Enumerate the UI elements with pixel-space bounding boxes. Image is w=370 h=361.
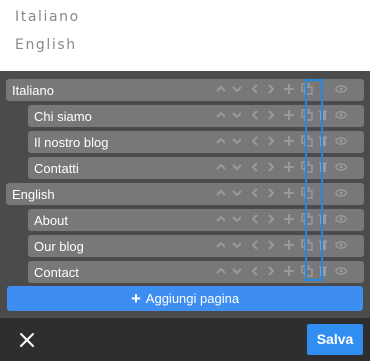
- trash-icon[interactable]: [315, 212, 331, 228]
- page-row-contact[interactable]: Contact: [28, 261, 364, 283]
- trash-icon[interactable]: [315, 160, 331, 176]
- plus-icon[interactable]: [281, 134, 297, 150]
- page-row-chi-siamo[interactable]: Chi siamo: [28, 105, 364, 127]
- plus-icon[interactable]: [281, 160, 297, 176]
- plus-icon: +: [130, 289, 141, 308]
- chevron-up-icon[interactable]: [213, 186, 229, 202]
- add-page-button[interactable]: + Aggiungi pagina: [7, 286, 363, 311]
- page-row-label: Contatti: [34, 161, 79, 176]
- trash-icon[interactable]: [315, 238, 331, 254]
- copy-icon[interactable]: [299, 186, 315, 202]
- chevron-right-icon[interactable]: [263, 238, 279, 254]
- page-row-label: Our blog: [34, 239, 84, 254]
- close-button[interactable]: [17, 330, 37, 350]
- chevron-up-icon[interactable]: [213, 212, 229, 228]
- trash-icon[interactable]: [315, 264, 331, 280]
- save-button[interactable]: Salva: [307, 324, 363, 355]
- trash-icon[interactable]: [315, 134, 331, 150]
- plus-icon[interactable]: [281, 264, 297, 280]
- chevron-left-icon[interactable]: [247, 186, 263, 202]
- chevron-down-icon[interactable]: [229, 212, 245, 228]
- chevron-up-icon[interactable]: [213, 264, 229, 280]
- copy-icon[interactable]: [299, 264, 315, 280]
- chevron-right-icon[interactable]: [263, 160, 279, 176]
- page-row-label: Contact: [34, 265, 79, 280]
- page-row-english[interactable]: English: [6, 183, 364, 205]
- page-row-about[interactable]: About: [28, 209, 364, 231]
- close-icon: [20, 333, 34, 347]
- chevron-left-icon[interactable]: [247, 108, 263, 124]
- chevron-down-icon[interactable]: [229, 264, 245, 280]
- chevron-right-icon[interactable]: [263, 212, 279, 228]
- chevron-up-icon[interactable]: [213, 134, 229, 150]
- chevron-right-icon[interactable]: [263, 186, 279, 202]
- trash-icon[interactable]: [315, 108, 331, 124]
- page-row-label: Il nostro blog: [34, 135, 109, 150]
- chevron-left-icon[interactable]: [247, 238, 263, 254]
- plus-icon[interactable]: [281, 238, 297, 254]
- language-link-italiano[interactable]: Italiano: [15, 9, 80, 25]
- page-row-label: About: [34, 213, 68, 228]
- chevron-left-icon[interactable]: [247, 160, 263, 176]
- chevron-right-icon[interactable]: [263, 82, 279, 98]
- language-link-english[interactable]: English: [15, 37, 77, 53]
- copy-icon[interactable]: [299, 160, 315, 176]
- chevron-down-icon[interactable]: [229, 82, 245, 98]
- chevron-left-icon[interactable]: [247, 212, 263, 228]
- copy-icon[interactable]: [299, 238, 315, 254]
- page-row-our-blog[interactable]: Our blog: [28, 235, 364, 257]
- add-page-label: Aggiungi pagina: [145, 291, 240, 306]
- chevron-left-icon[interactable]: [247, 264, 263, 280]
- page-row-contatti[interactable]: Contatti: [28, 157, 364, 179]
- chevron-down-icon[interactable]: [229, 108, 245, 124]
- chevron-right-icon[interactable]: [263, 134, 279, 150]
- chevron-down-icon[interactable]: [229, 134, 245, 150]
- eye-icon[interactable]: [333, 212, 349, 228]
- plus-icon[interactable]: [281, 82, 297, 98]
- chevron-up-icon[interactable]: [213, 238, 229, 254]
- chevron-down-icon[interactable]: [229, 160, 245, 176]
- chevron-up-icon[interactable]: [213, 108, 229, 124]
- page-row-il-nostro-blog[interactable]: Il nostro blog: [28, 131, 364, 153]
- chevron-up-icon[interactable]: [213, 160, 229, 176]
- chevron-up-icon[interactable]: [213, 82, 229, 98]
- eye-icon[interactable]: [333, 134, 349, 150]
- page-row-label: Chi siamo: [34, 109, 92, 124]
- plus-icon[interactable]: [281, 186, 297, 202]
- chevron-left-icon[interactable]: [247, 82, 263, 98]
- eye-icon[interactable]: [333, 82, 349, 98]
- plus-icon[interactable]: [281, 212, 297, 228]
- plus-icon[interactable]: [281, 108, 297, 124]
- eye-icon[interactable]: [333, 186, 349, 202]
- copy-icon[interactable]: [299, 212, 315, 228]
- chevron-left-icon[interactable]: [247, 134, 263, 150]
- page-row-italiano[interactable]: Italiano: [6, 79, 364, 101]
- chevron-down-icon[interactable]: [229, 238, 245, 254]
- copy-icon[interactable]: [299, 134, 315, 150]
- copy-icon[interactable]: [299, 108, 315, 124]
- copy-icon[interactable]: [299, 82, 315, 98]
- page-row-label: Italiano: [12, 83, 54, 98]
- eye-icon[interactable]: [333, 108, 349, 124]
- eye-icon[interactable]: [333, 238, 349, 254]
- page-row-label: English: [12, 187, 55, 202]
- chevron-down-icon[interactable]: [229, 186, 245, 202]
- chevron-right-icon[interactable]: [263, 264, 279, 280]
- eye-icon[interactable]: [333, 160, 349, 176]
- eye-icon[interactable]: [333, 264, 349, 280]
- chevron-right-icon[interactable]: [263, 108, 279, 124]
